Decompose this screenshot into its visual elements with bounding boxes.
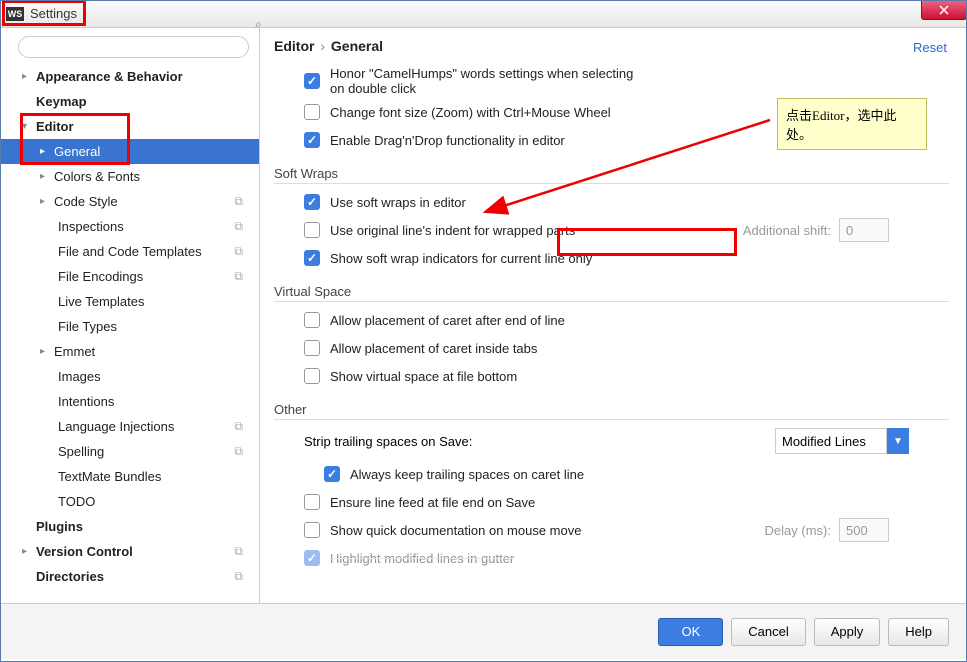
opt-honor[interactable]: Honor "CamelHumps" words settings when s…: [304, 66, 949, 96]
cancel-button[interactable]: Cancel: [731, 618, 805, 646]
settings-tree: ▸Appearance & Behavior Keymap ▾Editor ▸G…: [0, 64, 259, 589]
checkbox-icon[interactable]: [304, 340, 320, 356]
copy-icon: ⧉: [234, 219, 243, 234]
sidebar-item-appearance[interactable]: ▸Appearance & Behavior: [0, 64, 259, 89]
sidebar-item-general[interactable]: ▸General: [0, 139, 259, 164]
checkbox-icon[interactable]: [304, 194, 320, 210]
ok-button[interactable]: OK: [658, 618, 723, 646]
copy-icon: ⧉: [234, 569, 243, 584]
sidebar-item-keymap[interactable]: Keymap: [0, 89, 259, 114]
checkbox-icon[interactable]: [304, 104, 320, 120]
checkbox-icon[interactable]: [304, 250, 320, 266]
main-panel: Editor › General Reset Honor "CamelHumps…: [260, 28, 967, 603]
breadcrumb: Editor › General: [274, 38, 949, 54]
copy-icon: ⧉: [234, 244, 243, 259]
annotation-note: 点击Editor，选中此处。: [777, 98, 927, 150]
delay-input[interactable]: [839, 518, 889, 542]
sidebar-item-templates[interactable]: File and Code Templates⧉: [0, 239, 259, 264]
close-icon: [938, 5, 950, 15]
opt-showind[interactable]: Show soft wrap indicators for current li…: [304, 246, 949, 270]
help-button[interactable]: Help: [888, 618, 949, 646]
title-bar: WS Settings: [0, 0, 967, 28]
copy-icon: ⧉: [234, 544, 243, 559]
sidebar-item-langinj[interactable]: Language Injections⧉: [0, 414, 259, 439]
apply-button[interactable]: Apply: [814, 618, 881, 646]
window-title: Settings: [30, 6, 77, 21]
breadcrumb-editor[interactable]: Editor: [274, 38, 314, 54]
sidebar-item-editor[interactable]: ▾Editor: [0, 114, 259, 139]
sidebar-item-encodings[interactable]: File Encodings⧉: [0, 264, 259, 289]
strip-select[interactable]: Modified Lines: [775, 428, 887, 454]
sidebar-item-plugins[interactable]: Plugins: [0, 514, 259, 539]
checkbox-icon[interactable]: [304, 312, 320, 328]
opt-carettabs[interactable]: Allow placement of caret inside tabs: [304, 336, 949, 360]
opt-ensurelf[interactable]: Ensure line feed at file end on Save: [304, 490, 949, 514]
opt-strip: Strip trailing spaces on Save: Modified …: [304, 428, 949, 454]
opt-vspacebottom[interactable]: Show virtual space at file bottom: [304, 364, 949, 388]
sidebar: ⌕ ▸Appearance & Behavior Keymap ▾Editor …: [0, 28, 260, 603]
opt-softwraps[interactable]: Use soft wraps in editor: [304, 190, 949, 214]
checkbox-icon[interactable]: [304, 550, 320, 566]
delay-label: Delay (ms):: [765, 523, 831, 538]
search-input[interactable]: [18, 36, 249, 58]
strip-label: Strip trailing spaces on Save:: [304, 434, 472, 449]
sidebar-item-directories[interactable]: Directories⧉: [0, 564, 259, 589]
checkbox-icon[interactable]: [304, 494, 320, 510]
opt-quickdoc[interactable]: Show quick documentation on mouse move D…: [304, 518, 949, 542]
opt-keeptrail[interactable]: Always keep trailing spaces on caret lin…: [324, 462, 949, 486]
opt-careteol[interactable]: Allow placement of caret after end of li…: [304, 308, 949, 332]
sidebar-item-inspections[interactable]: Inspections⧉: [0, 214, 259, 239]
reset-link[interactable]: Reset: [913, 40, 947, 55]
checkbox-icon[interactable]: [304, 73, 320, 89]
copy-icon: ⧉: [234, 419, 243, 434]
app-icon: WS: [6, 7, 24, 21]
sidebar-item-filetypes[interactable]: File Types: [0, 314, 259, 339]
sidebar-item-colors[interactable]: ▸Colors & Fonts: [0, 164, 259, 189]
copy-icon: ⧉: [234, 194, 243, 209]
sidebar-item-livetpl[interactable]: Live Templates: [0, 289, 259, 314]
sidebar-item-spelling[interactable]: Spelling⧉: [0, 439, 259, 464]
additional-shift-input[interactable]: [839, 218, 889, 242]
section-softwraps: Soft Wraps: [274, 166, 949, 184]
checkbox-icon[interactable]: [304, 132, 320, 148]
checkbox-icon[interactable]: [324, 466, 340, 482]
dialog-footer: OK Cancel Apply Help: [0, 603, 967, 659]
opt-origindent[interactable]: Use original line's indent for wrapped p…: [304, 218, 949, 242]
sidebar-item-todo[interactable]: TODO: [0, 489, 259, 514]
section-vspace: Virtual Space: [274, 284, 949, 302]
checkbox-icon[interactable]: [304, 368, 320, 384]
section-other: Other: [274, 402, 949, 420]
dropdown-icon[interactable]: ▼: [887, 428, 909, 454]
sidebar-item-intentions[interactable]: Intentions: [0, 389, 259, 414]
sidebar-item-images[interactable]: Images: [0, 364, 259, 389]
copy-icon: ⧉: [234, 444, 243, 459]
opt-highlightmod[interactable]: Highlight modified lines in gutter: [304, 546, 949, 570]
sidebar-item-textmate[interactable]: TextMate Bundles: [0, 464, 259, 489]
sidebar-item-codestyle[interactable]: ▸Code Style⧉: [0, 189, 259, 214]
sidebar-item-emmet[interactable]: ▸Emmet: [0, 339, 259, 364]
sidebar-item-vcs[interactable]: ▸Version Control⧉: [0, 539, 259, 564]
breadcrumb-general: General: [331, 38, 383, 54]
checkbox-icon[interactable]: [304, 522, 320, 538]
close-button[interactable]: [921, 0, 967, 20]
checkbox-icon[interactable]: [304, 222, 320, 238]
copy-icon: ⧉: [234, 269, 243, 284]
additional-shift-label: Additional shift:: [743, 223, 831, 238]
